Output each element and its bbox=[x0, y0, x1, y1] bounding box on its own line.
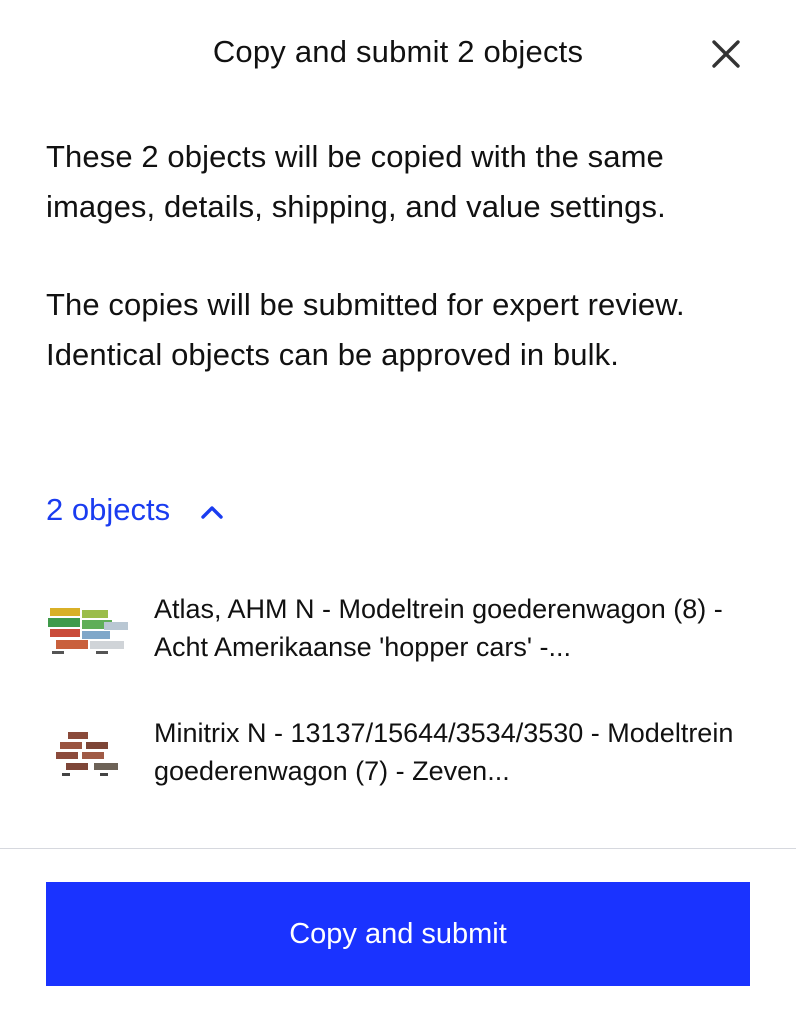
dialog-header: Copy and submit 2 objects bbox=[0, 0, 796, 104]
close-button[interactable] bbox=[706, 34, 746, 74]
objects-toggle[interactable]: 2 objects bbox=[46, 488, 226, 532]
object-title: Minitrix N - 13137/15644/3534/3530 - Mod… bbox=[154, 718, 734, 786]
list-item: Atlas, AHM N - Modeltrein goederenwagon … bbox=[46, 586, 756, 710]
object-thumbnail bbox=[46, 718, 132, 790]
close-icon bbox=[712, 40, 740, 68]
copy-and-submit-button[interactable]: Copy and submit bbox=[46, 882, 750, 986]
dialog-body: These 2 objects will be copied with the … bbox=[46, 132, 756, 380]
objects-toggle-label: 2 objects bbox=[46, 492, 171, 527]
description-paragraph: These 2 objects will be copied with the … bbox=[46, 139, 666, 224]
copy-submit-dialog: Copy and submit 2 objects These 2 object… bbox=[0, 0, 796, 1016]
objects-list: Atlas, AHM N - Modeltrein goederenwagon … bbox=[46, 586, 756, 834]
chevron-up-icon bbox=[198, 498, 226, 526]
object-thumbnail bbox=[46, 594, 132, 666]
footer-divider bbox=[0, 848, 796, 849]
object-title: Atlas, AHM N - Modeltrein goederenwagon … bbox=[154, 594, 723, 662]
list-item: Minitrix N - 13137/15644/3534/3530 - Mod… bbox=[46, 710, 756, 834]
review-paragraph: The copies will be submitted for expert … bbox=[46, 287, 685, 372]
dialog-title: Copy and submit 2 objects bbox=[212, 34, 584, 69]
